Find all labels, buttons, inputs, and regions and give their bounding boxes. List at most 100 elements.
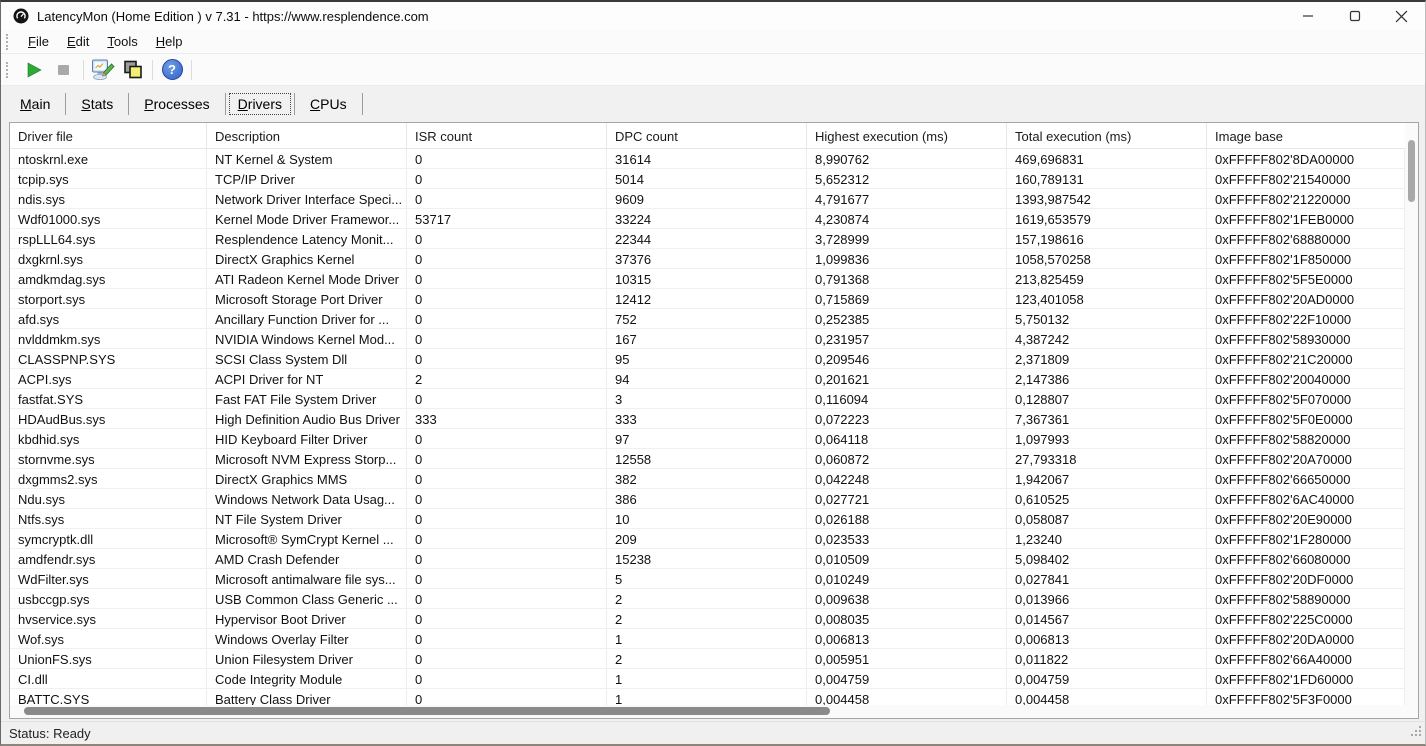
- table-row[interactable]: afd.sysAncillary Function Driver for ...…: [10, 309, 1405, 329]
- table-cell: 0,252385: [807, 309, 1007, 328]
- table-cell: Fast FAT File System Driver: [207, 389, 407, 408]
- table-row[interactable]: CLASSPNP.SYSSCSI Class System Dll0950,20…: [10, 349, 1405, 369]
- table-cell: 0,209546: [807, 349, 1007, 368]
- table-cell: 0,004458: [807, 689, 1007, 705]
- table-row[interactable]: Ntfs.sysNT File System Driver0100,026188…: [10, 509, 1405, 529]
- table-row[interactable]: ndis.sysNetwork Driver Interface Speci..…: [10, 189, 1405, 209]
- table-row[interactable]: nvlddmkm.sysNVIDIA Windows Kernel Mod...…: [10, 329, 1405, 349]
- table-row[interactable]: amdfendr.sysAMD Crash Defender0152380,01…: [10, 549, 1405, 569]
- column-header-highest-execution[interactable]: Highest execution (ms): [807, 123, 1007, 148]
- table-cell: 0: [407, 189, 607, 208]
- table-row[interactable]: storport.sysMicrosoft Storage Port Drive…: [10, 289, 1405, 309]
- column-header-image-base[interactable]: Image base: [1207, 123, 1405, 148]
- table-row[interactable]: BATTC.SYSBattery Class Driver010,0044580…: [10, 689, 1405, 705]
- menu-edit[interactable]: Edit: [58, 32, 98, 51]
- help-button[interactable]: ?: [157, 57, 187, 83]
- table-cell: 0,072223: [807, 409, 1007, 428]
- window-title: LatencyMon (Home Edition ) v 7.31 - http…: [37, 9, 429, 24]
- table-cell: 0,231957: [807, 329, 1007, 348]
- copy-report-button[interactable]: [118, 57, 148, 83]
- column-header-isr-count[interactable]: ISR count: [407, 123, 607, 148]
- tab-cpus[interactable]: CPUs: [298, 93, 359, 115]
- table-cell: BATTC.SYS: [10, 689, 207, 705]
- table-row[interactable]: symcryptk.dllMicrosoft® SymCrypt Kernel …: [10, 529, 1405, 549]
- table-row[interactable]: Wof.sysWindows Overlay Filter010,0068130…: [10, 629, 1405, 649]
- tab-stats[interactable]: Stats: [69, 93, 125, 115]
- table-cell: 2: [407, 369, 607, 388]
- vertical-scrollbar-thumb[interactable]: [1408, 140, 1415, 202]
- table-cell: 97: [607, 429, 807, 448]
- table-cell: 95: [607, 349, 807, 368]
- table-cell: 0xFFFFF802'5F3F0000: [1207, 689, 1405, 705]
- toolbar-grip[interactable]: [6, 62, 12, 78]
- table-cell: 0xFFFFF802'20AD0000: [1207, 289, 1405, 308]
- table-cell: 2,147386: [1007, 369, 1207, 388]
- table-cell: 0xFFFFF802'20DA0000: [1207, 629, 1405, 648]
- start-monitor-button[interactable]: [19, 57, 49, 83]
- table-cell: 0xFFFFF802'21220000: [1207, 189, 1405, 208]
- table-cell: 31614: [607, 149, 807, 168]
- table-row[interactable]: rspLLL64.sysResplendence Latency Monit..…: [10, 229, 1405, 249]
- minimize-button[interactable]: [1284, 2, 1331, 30]
- column-header-driver-file[interactable]: Driver file: [10, 123, 207, 148]
- table-cell: symcryptk.dll: [10, 529, 207, 548]
- stop-monitor-button[interactable]: [49, 57, 79, 83]
- table-cell: 0,791368: [807, 269, 1007, 288]
- vertical-scrollbar[interactable]: [1405, 123, 1418, 705]
- table-row[interactable]: Wdf01000.sysKernel Mode Driver Framewor.…: [10, 209, 1405, 229]
- column-header-dpc-count[interactable]: DPC count: [607, 123, 807, 148]
- table-cell: Ndu.sys: [10, 489, 207, 508]
- table-cell: 0,009638: [807, 589, 1007, 608]
- table-row[interactable]: dxgkrnl.sysDirectX Graphics Kernel037376…: [10, 249, 1405, 269]
- table-cell: 1,097993: [1007, 429, 1207, 448]
- table-row[interactable]: CI.dllCode Integrity Module010,0047590,0…: [10, 669, 1405, 689]
- menu-file[interactable]: File: [19, 32, 58, 51]
- table-cell: HDAudBus.sys: [10, 409, 207, 428]
- table-cell: High Definition Audio Bus Driver: [207, 409, 407, 428]
- table-cell: Wdf01000.sys: [10, 209, 207, 228]
- table-row[interactable]: HDAudBus.sysHigh Definition Audio Bus Dr…: [10, 409, 1405, 429]
- table-row[interactable]: WdFilter.sysMicrosoft antimalware file s…: [10, 569, 1405, 589]
- table-cell: AMD Crash Defender: [207, 549, 407, 568]
- horizontal-scrollbar-thumb[interactable]: [24, 707, 830, 715]
- table-cell: 53717: [407, 209, 607, 228]
- menu-tools[interactable]: Tools: [98, 32, 146, 51]
- table-row[interactable]: UnionFS.sysUnion Filesystem Driver020,00…: [10, 649, 1405, 669]
- table-cell: 0xFFFFF802'5F0E0000: [1207, 409, 1405, 428]
- table-cell: 0: [407, 589, 607, 608]
- table-cell: 1: [607, 669, 807, 688]
- table-row[interactable]: tcpip.sysTCP/IP Driver050145,652312160,7…: [10, 169, 1405, 189]
- table-row[interactable]: usbccgp.sysUSB Common Class Generic ...0…: [10, 589, 1405, 609]
- table-row[interactable]: hvservice.sysHypervisor Boot Driver020,0…: [10, 609, 1405, 629]
- column-header-description[interactable]: Description: [207, 123, 407, 148]
- table-cell: DirectX Graphics Kernel: [207, 249, 407, 268]
- table-cell: 0,006813: [807, 629, 1007, 648]
- table-row[interactable]: Ndu.sysWindows Network Data Usag...03860…: [10, 489, 1405, 509]
- table-cell: 0,004458: [1007, 689, 1207, 705]
- maximize-button[interactable]: [1331, 2, 1378, 30]
- table-row[interactable]: dxgmms2.sysDirectX Graphics MMS03820,042…: [10, 469, 1405, 489]
- table-row[interactable]: kbdhid.sysHID Keyboard Filter Driver0970…: [10, 429, 1405, 449]
- table-row[interactable]: fastfat.SYSFast FAT File System Driver03…: [10, 389, 1405, 409]
- table-row[interactable]: ACPI.sysACPI Driver for NT2940,2016212,1…: [10, 369, 1405, 389]
- table-cell: NT Kernel & System: [207, 149, 407, 168]
- table-row[interactable]: ntoskrnl.exeNT Kernel & System0316148,99…: [10, 149, 1405, 169]
- menu-help[interactable]: Help: [147, 32, 192, 51]
- tab-processes[interactable]: Processes: [132, 93, 221, 115]
- options-button[interactable]: [88, 57, 118, 83]
- horizontal-scrollbar[interactable]: [10, 705, 1405, 718]
- table-row[interactable]: amdkmdag.sysATI Radeon Kernel Mode Drive…: [10, 269, 1405, 289]
- close-button[interactable]: [1378, 2, 1425, 30]
- menubar-grip[interactable]: [6, 34, 12, 50]
- table-cell: 157,198616: [1007, 229, 1207, 248]
- column-header-total-execution[interactable]: Total execution (ms): [1007, 123, 1207, 148]
- table-row[interactable]: stornvme.sysMicrosoft NVM Express Storp.…: [10, 449, 1405, 469]
- toolbar-separator: [152, 60, 153, 80]
- tab-drivers[interactable]: Drivers: [229, 93, 291, 115]
- tab-separator: [65, 93, 66, 115]
- tab-main[interactable]: Main: [8, 93, 62, 115]
- table-cell: 1: [607, 629, 807, 648]
- table-cell: 12412: [607, 289, 807, 308]
- table-cell: 209: [607, 529, 807, 548]
- resize-grip-icon[interactable]: [1409, 724, 1423, 743]
